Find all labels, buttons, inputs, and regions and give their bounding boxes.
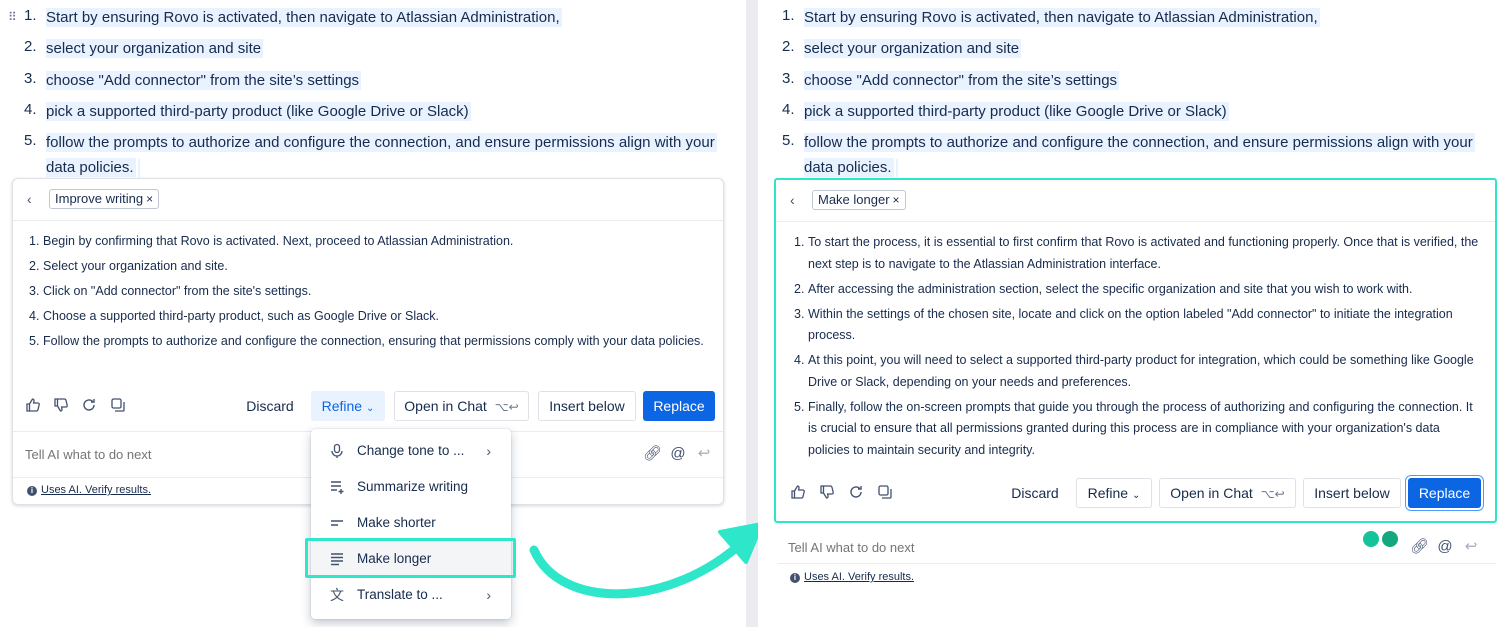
- card-header: ‹ Improve writing ×: [13, 179, 723, 221]
- summarize-icon: [329, 479, 345, 495]
- chip-close-icon[interactable]: ×: [893, 193, 900, 207]
- copy-icon[interactable]: [877, 484, 895, 502]
- list-item[interactable]: 4. pick a supported third-party product (…: [24, 99, 724, 124]
- info-icon: i: [790, 573, 800, 583]
- list-item[interactable]: 5. follow the prompts to authorize and co…: [24, 130, 724, 180]
- refine-button[interactable]: Refine ⌄: [1076, 478, 1152, 508]
- grammarly-bulb-icon[interactable]: [1363, 531, 1379, 547]
- card-header: ‹ Make longer ×: [776, 180, 1495, 222]
- action-chip[interactable]: Improve writing ×: [49, 189, 160, 209]
- list-item-text: follow the prompts to authorize and conf…: [804, 133, 1475, 178]
- back-chevron-icon[interactable]: ‹: [790, 192, 795, 208]
- list-item[interactable]: 1. Start by ensuring Rovo is activated, t…: [24, 5, 724, 30]
- mention-icon[interactable]: @: [1436, 538, 1454, 556]
- chip-close-icon[interactable]: ×: [146, 192, 153, 206]
- list-item[interactable]: 1. Start by ensuring Rovo is activated, t…: [782, 5, 1482, 30]
- result-item: 1. To start the process, it is essential …: [794, 235, 1479, 271]
- shorter-icon: [329, 515, 345, 531]
- menu-item-make-shorter[interactable]: Make shorter: [311, 505, 511, 541]
- chevron-right-icon: ›: [486, 587, 491, 603]
- retry-icon[interactable]: [81, 397, 99, 415]
- highlight-frame: [305, 538, 516, 578]
- menu-item-summarize[interactable]: Summarize writing: [311, 469, 511, 505]
- thumbs-up-icon[interactable]: [790, 484, 808, 502]
- list-item[interactable]: 3. choose "Add connector" from the site’s…: [782, 68, 1482, 93]
- info-icon: i: [27, 486, 37, 496]
- ai-result-card: ‹ Make longer × 1. To start the process, i…: [774, 178, 1497, 523]
- insert-below-button[interactable]: Insert below: [1303, 478, 1401, 508]
- list-item-text: Start by ensuring Rovo is activated, the…: [46, 8, 562, 27]
- refine-menu: Change tone to ... › Summarize writing M…: [311, 429, 511, 619]
- text-caret: [137, 159, 140, 178]
- action-bar: Discard Refine ⌄ Open in Chat ⌥↩ Insert b…: [13, 391, 723, 423]
- replace-button[interactable]: Replace: [643, 391, 715, 421]
- list-item-text: follow the prompts to authorize and conf…: [46, 133, 717, 178]
- chevron-right-icon: ›: [486, 443, 491, 459]
- disclaimer-link[interactable]: Uses AI. Verify results.: [804, 571, 914, 583]
- text-caret: [895, 159, 898, 178]
- result-item: 4. At this point, you will need to select…: [794, 353, 1474, 389]
- result-item: 2. Select your organization and site.: [29, 259, 228, 273]
- list-item-text: pick a supported third-party product (li…: [46, 101, 471, 121]
- translate-icon: 文: [330, 587, 344, 603]
- right-panel: 1. Start by ensuring Rovo is activated, t…: [758, 0, 1504, 627]
- thumbs-down-icon[interactable]: [53, 397, 71, 415]
- disclaimer-link[interactable]: Uses AI. Verify results.: [41, 484, 151, 496]
- shortcut-hint: ⌥↩: [494, 400, 519, 414]
- thumbs-up-icon[interactable]: [25, 397, 43, 415]
- document-list: 1. Start by ensuring Rovo is activated, t…: [782, 5, 1482, 186]
- result-item: 5. Follow the prompts to authorize and co…: [29, 334, 704, 348]
- action-chip[interactable]: Make longer ×: [812, 190, 906, 210]
- mention-icon[interactable]: @: [669, 445, 687, 463]
- ai-result-text: 1. To start the process, it is essential …: [794, 232, 1481, 465]
- list-item[interactable]: 2. select your organization and site: [782, 36, 1482, 61]
- microphone-icon: [329, 443, 345, 459]
- list-item-text: choose "Add connector" from the site’s s…: [46, 70, 362, 90]
- replace-button[interactable]: Replace: [1408, 478, 1481, 508]
- insert-below-button[interactable]: Insert below: [538, 391, 636, 421]
- list-item[interactable]: 3. choose "Add connector" from the site’s…: [24, 68, 724, 93]
- result-item: 2. After accessing the administration sec…: [794, 281, 1413, 296]
- discard-button[interactable]: Discard: [1004, 478, 1066, 508]
- back-chevron-icon[interactable]: ‹: [27, 191, 32, 207]
- link-icon[interactable]: 🔗︎: [643, 445, 662, 463]
- chevron-down-icon: ⌄: [1131, 490, 1141, 501]
- list-item-text: select your organization and site: [804, 39, 1022, 59]
- thumbs-down-icon[interactable]: [819, 484, 837, 502]
- ai-disclaimer: i Uses AI. Verify results.: [778, 563, 1496, 589]
- list-item[interactable]: 2. select your organization and site: [24, 36, 724, 61]
- submit-icon[interactable]: ↩: [695, 445, 713, 463]
- refine-button[interactable]: Refine ⌄: [311, 391, 385, 421]
- prompt-input[interactable]: [786, 539, 1186, 556]
- copy-icon[interactable]: [110, 397, 128, 415]
- list-item[interactable]: 5. follow the prompts to authorize and co…: [782, 130, 1482, 180]
- result-item: 4. Choose a supported third-party product…: [29, 309, 440, 323]
- grammarly-icon[interactable]: [1382, 531, 1398, 547]
- ai-result-text: 1. Begin by confirming that Rovo is activ…: [29, 231, 711, 356]
- action-bar: Discard Refine ⌄ Open in Chat ⌥↩ Insert b…: [776, 478, 1495, 510]
- open-in-chat-button[interactable]: Open in Chat ⌥↩: [394, 391, 529, 421]
- drag-handle-icon[interactable]: ⠿: [8, 10, 17, 24]
- list-item-text: choose "Add connector" from the site’s s…: [804, 70, 1120, 90]
- menu-item-translate[interactable]: 文 Translate to ... ›: [311, 577, 511, 613]
- result-item: 5. Finally, follow the on-screen prompts …: [794, 399, 1473, 457]
- retry-icon[interactable]: [848, 484, 866, 502]
- result-item: 3. Within the settings of the chosen site…: [794, 306, 1453, 343]
- list-item[interactable]: 4. pick a supported third-party product (…: [782, 99, 1482, 124]
- link-icon[interactable]: 🔗︎: [1410, 538, 1429, 556]
- list-item-text: pick a supported third-party product (li…: [804, 101, 1229, 121]
- result-item: 1. Begin by confirming that Rovo is activ…: [29, 234, 514, 248]
- open-in-chat-button[interactable]: Open in Chat ⌥↩: [1159, 478, 1296, 508]
- menu-item-change-tone[interactable]: Change tone to ... ›: [311, 433, 511, 469]
- shortcut-hint: ⌥↩: [1260, 487, 1285, 501]
- list-item-text: Start by ensuring Rovo is activated, the…: [804, 8, 1320, 27]
- submit-icon[interactable]: ↩: [1462, 538, 1480, 556]
- document-list: 1. Start by ensuring Rovo is activated, t…: [24, 5, 724, 186]
- discard-button[interactable]: Discard: [239, 391, 301, 421]
- list-item-text: select your organization and site: [46, 39, 264, 59]
- result-item: 3. Click on "Add connector" from the site…: [29, 284, 312, 298]
- chevron-down-icon: ⌄: [365, 403, 375, 414]
